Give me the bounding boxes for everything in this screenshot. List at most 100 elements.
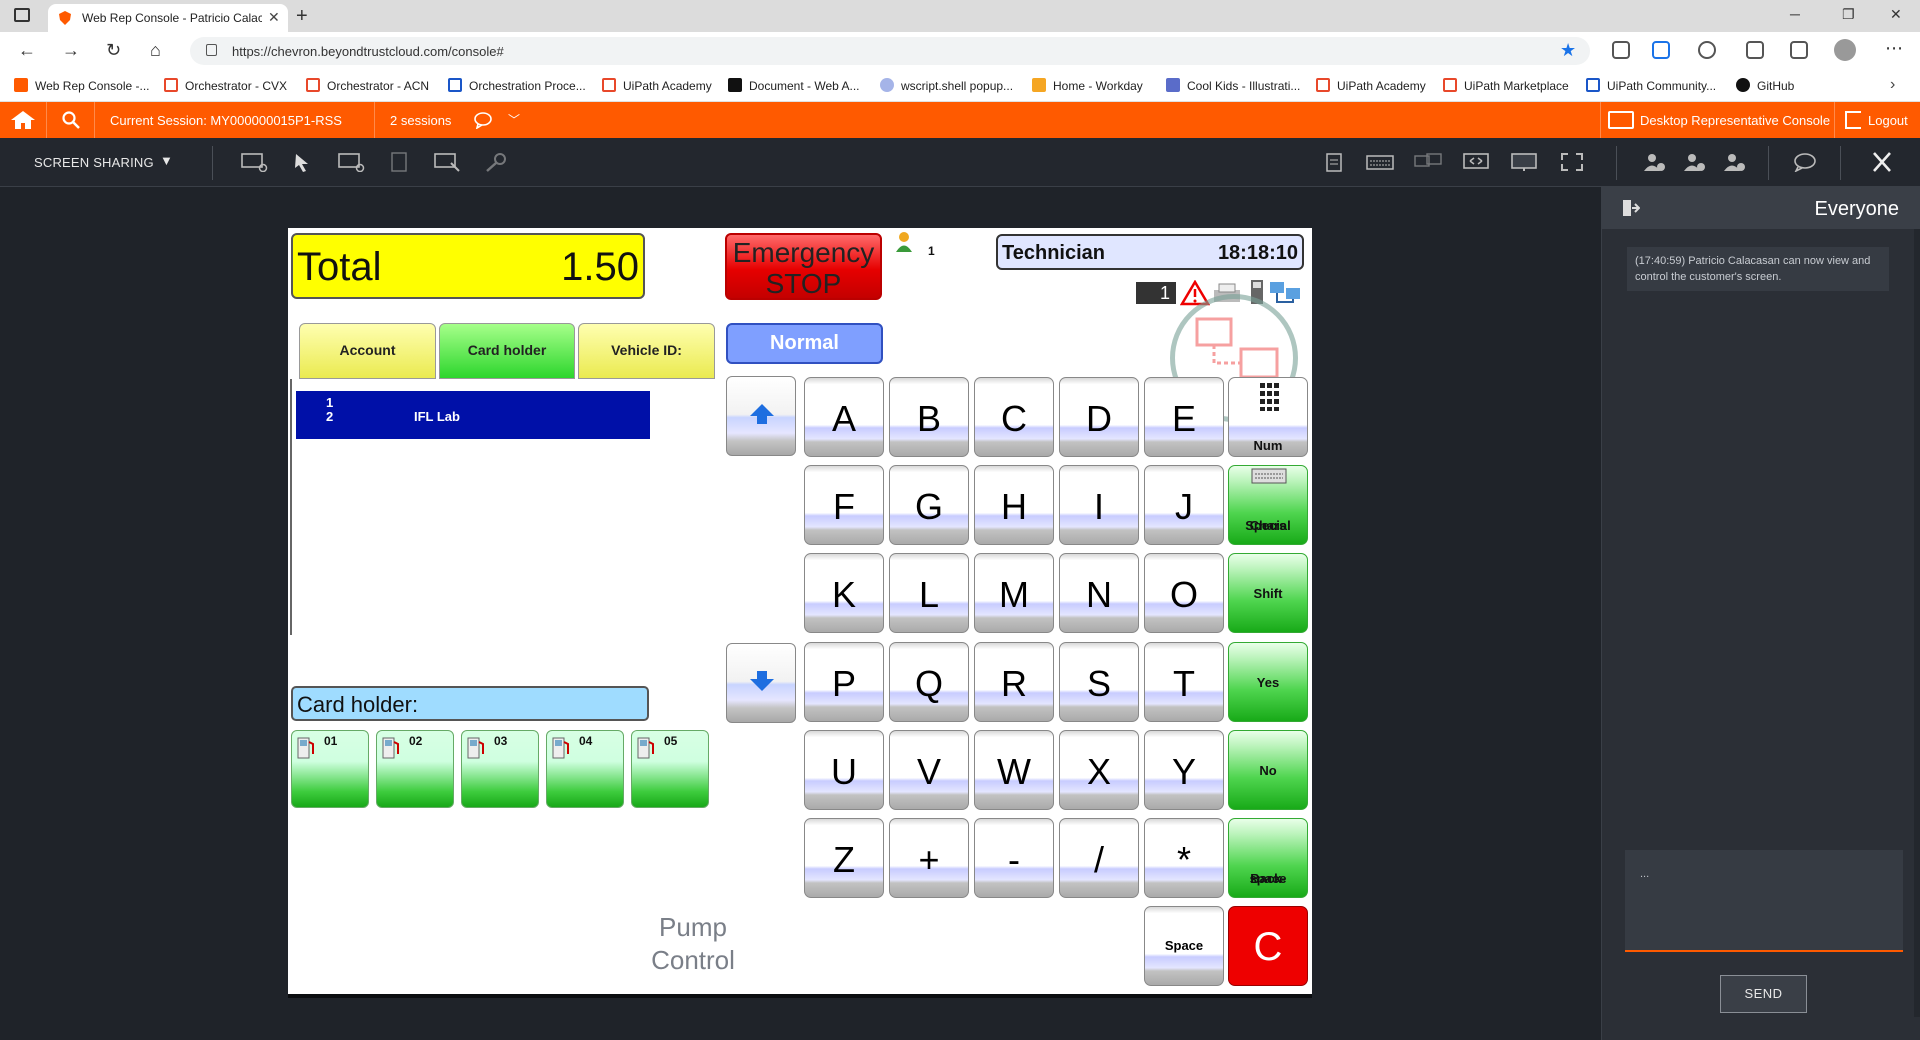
home-icon[interactable] [10,110,36,130]
add-user-icon[interactable] [1640,152,1668,172]
reload-icon[interactable]: ↻ [106,40,121,61]
url-field[interactable]: https://chevron.beyondtrustcloud.com/con… [190,37,1590,65]
profile-avatar[interactable] [1834,39,1856,61]
remote-screen[interactable]: Total 1.50 Emergency STOP 1 Technician 1… [288,228,1312,996]
key-button[interactable]: S [1059,642,1139,722]
shift-button[interactable]: Shift [1228,553,1308,633]
key-button[interactable]: - [974,818,1054,898]
bookmark-item[interactable]: Orchestration Proce... [448,78,586,93]
back-icon[interactable]: ← [18,40,36,61]
fit-screen-icon[interactable] [1462,152,1490,172]
chat-bubbles-icon[interactable] [474,111,496,129]
list-item-selected[interactable]: 1 2 IFL Lab [296,391,650,439]
multi-monitor-icon[interactable] [1414,152,1442,172]
yes-button[interactable]: Yes [1228,642,1308,722]
emergency-stop-button[interactable]: Emergency STOP [725,233,882,300]
tab-vehicle-id[interactable]: Vehicle ID: [578,323,715,379]
key-button[interactable]: Z [804,818,884,898]
key-button[interactable]: O [1144,553,1224,633]
chevron-down-icon[interactable]: ﹀ [508,111,520,128]
bookmark-item[interactable]: wscript.shell popup... [880,78,1013,93]
key-button[interactable]: K [804,553,884,633]
fullscreen-icon[interactable] [1558,152,1586,172]
bookmark-item[interactable]: GitHub [1736,78,1794,93]
key-button[interactable]: V [889,730,969,810]
pump-button[interactable]: 04 [546,730,624,808]
clipboard-icon[interactable] [1320,152,1348,172]
pump-button[interactable]: 05 [631,730,709,808]
close-session-icon[interactable] [1868,152,1896,172]
sessions-count[interactable]: 2 sessions [390,113,451,128]
clear-button[interactable]: C [1228,906,1308,986]
bookmark-item[interactable]: UiPath Academy [1316,78,1426,93]
tab-account[interactable]: Account [299,323,436,379]
chat-icon[interactable] [1792,152,1820,172]
key-button[interactable]: L [889,553,969,633]
key-button[interactable]: H [974,465,1054,545]
extensions-puzzle-icon[interactable] [1698,41,1716,59]
send-button[interactable]: SEND [1720,975,1807,1013]
transfer-user-icon[interactable] [1720,152,1748,172]
key-button[interactable]: U [804,730,884,810]
bookmark-item[interactable]: UiPath Community... [1586,78,1716,93]
key-button[interactable]: W [974,730,1054,810]
key-button[interactable]: B [889,377,969,457]
minimize-icon[interactable]: ─ [1790,6,1800,22]
keyboard-icon[interactable] [1366,152,1394,172]
tab-card-holder[interactable]: Card holder [439,323,575,379]
screen-sharing-menu[interactable]: SCREEN SHARING [34,155,154,170]
key-button[interactable]: M [974,553,1054,633]
key-button[interactable]: R [974,642,1054,722]
key-button[interactable]: I [1059,465,1139,545]
logout-link[interactable]: Logout [1868,113,1908,128]
home-icon[interactable]: ⌂ [150,40,161,61]
actual-size-icon[interactable] [1510,152,1538,172]
key-button[interactable]: / [1059,818,1139,898]
more-menu-icon[interactable]: ⋯ [1885,38,1903,59]
key-button[interactable]: X [1059,730,1139,810]
key-button[interactable]: T [1144,642,1224,722]
invite-user-icon[interactable] [1680,152,1708,172]
key-button[interactable]: F [804,465,884,545]
key-button[interactable]: Q [889,642,969,722]
clipboard-ab-icon[interactable] [386,152,414,172]
key-button[interactable]: C [974,377,1054,457]
search-icon[interactable] [62,111,80,129]
browser-tab[interactable]: Web Rep Console - Patricio Calac ✕ [48,4,288,32]
key-button[interactable]: N [1059,553,1139,633]
key-button[interactable]: J [1144,465,1224,545]
screenshot-icon[interactable] [433,152,461,172]
monitor-switch-icon[interactable] [337,152,365,172]
key-button[interactable]: P [804,642,884,722]
extension-icon[interactable] [1612,41,1630,59]
collections-icon[interactable] [1790,41,1808,59]
key-button[interactable]: Y [1144,730,1224,810]
bookmark-item[interactable]: Document - Web A... [728,78,860,93]
bookmark-item[interactable]: Cool Kids - Illustrati... [1166,78,1300,93]
bookmark-item[interactable]: Web Rep Console -... [14,78,150,93]
chat-audience[interactable]: Everyone [1815,198,1900,221]
pump-button[interactable]: 01 [291,730,369,808]
pump-button[interactable]: 02 [376,730,454,808]
bookmark-item[interactable]: UiPath Marketplace [1443,78,1569,93]
scroll-down-button[interactable] [726,643,796,723]
forward-icon[interactable]: → [62,40,80,61]
cardholder-field[interactable]: Card holder: [291,686,649,721]
maximize-icon[interactable]: ❐ [1842,6,1855,23]
num-button[interactable]: Num [1228,377,1308,457]
bookmark-item[interactable]: Home - Workday [1032,78,1143,93]
chat-scrollbar[interactable] [1914,229,1920,1017]
key-icon[interactable] [482,152,510,172]
monitor-settings-icon[interactable] [240,152,268,172]
close-window-icon[interactable]: ✕ [1890,6,1902,23]
no-button[interactable]: No [1228,730,1308,810]
tab-close-icon[interactable]: ✕ [268,9,280,26]
key-button[interactable]: G [889,465,969,545]
key-button[interactable]: + [889,818,969,898]
caret-down-icon[interactable]: ▼ [160,153,173,168]
special-chars-button[interactable]: Special Chars [1228,465,1308,545]
leave-chat-icon[interactable] [1622,199,1640,217]
space-button[interactable]: Space [1144,906,1224,986]
backspace-button[interactable]: Back-space [1228,818,1308,898]
new-tab-icon[interactable]: + [296,5,308,28]
